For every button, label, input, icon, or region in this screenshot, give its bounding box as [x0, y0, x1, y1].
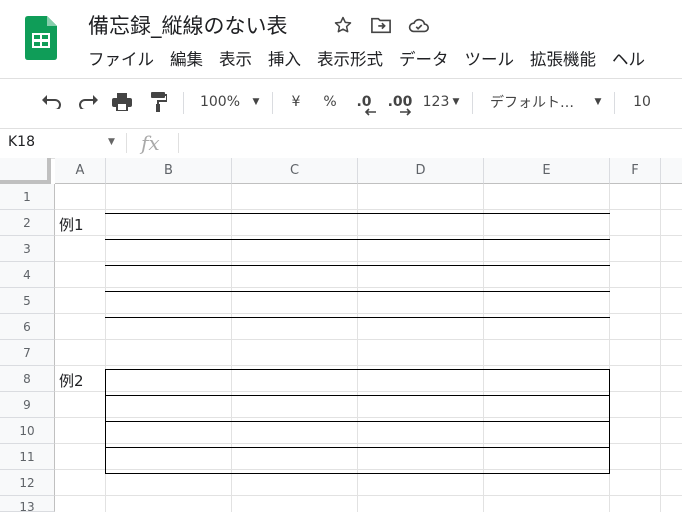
menu-tools[interactable]: ツール [457, 48, 523, 72]
row-header-9[interactable]: 9 [0, 392, 55, 418]
cell-border [105, 369, 106, 474]
move-folder-icon[interactable] [368, 12, 394, 38]
print-icon[interactable] [110, 90, 134, 114]
cell-border [105, 317, 610, 318]
row-header-8[interactable]: 8 [0, 366, 55, 392]
menu-data[interactable]: データ [391, 48, 457, 72]
zoom-select[interactable]: 100% [198, 90, 242, 114]
column-header-c[interactable]: C [232, 158, 358, 184]
cell-border [609, 369, 610, 474]
gridline [55, 365, 682, 366]
paint-format-icon[interactable] [146, 90, 170, 114]
gridline [55, 339, 682, 340]
gridline [660, 184, 661, 512]
cell-border [105, 447, 610, 448]
gridline [55, 287, 682, 288]
row-header-2[interactable]: 2 [0, 210, 55, 236]
menu-file[interactable]: ファイル [80, 48, 162, 72]
gridline [357, 184, 358, 512]
gridline [55, 417, 682, 418]
chevron-down-icon[interactable]: ▼ [250, 90, 262, 114]
cell-border [105, 291, 610, 292]
menu-extensions[interactable]: 拡張機能 [522, 48, 604, 72]
title-actions [330, 12, 432, 38]
menu-insert[interactable]: 挿入 [260, 48, 309, 72]
gridline [231, 184, 232, 512]
gridline [55, 235, 682, 236]
cell-a2[interactable]: 例1 [59, 212, 84, 238]
number-format-select[interactable]: 123 [422, 90, 450, 114]
cell-a8[interactable]: 例2 [59, 368, 84, 394]
row-header-10[interactable]: 10 [0, 418, 55, 444]
cell-border [105, 395, 610, 396]
column-header-g[interactable] [661, 158, 682, 184]
menu-bar: ファイル 編集 表示 挿入 表示形式 データ ツール 拡張機能 ヘル [80, 48, 653, 72]
currency-format-button[interactable]: ¥ [286, 90, 306, 114]
document-title[interactable]: 備忘録_縦線のない表 [88, 10, 288, 40]
row-header-13[interactable]: 13 [0, 496, 55, 512]
fx-icon: fx [141, 131, 160, 155]
cell-border [105, 239, 610, 240]
toolbar-separator [614, 92, 615, 114]
name-box[interactable]: K18 [8, 134, 35, 150]
menu-view[interactable]: 表示 [211, 48, 260, 72]
font-size-input[interactable]: 10 [630, 90, 654, 114]
row-header-6[interactable]: 6 [0, 314, 55, 340]
row-header-7[interactable]: 7 [0, 340, 55, 366]
star-icon[interactable] [330, 12, 356, 38]
column-header-e[interactable]: E [484, 158, 610, 184]
gridline [55, 495, 682, 496]
font-family-select[interactable]: デフォルト… [490, 90, 582, 114]
select-all-corner[interactable] [0, 158, 51, 184]
chevron-down-icon[interactable]: ▼ [451, 90, 461, 114]
decrease-decimal-button[interactable]: .0 [352, 90, 376, 116]
row-header-3[interactable]: 3 [0, 236, 55, 262]
menu-edit[interactable]: 編集 [162, 48, 211, 72]
menu-format[interactable]: 表示形式 [309, 48, 391, 72]
percent-format-button[interactable]: % [320, 90, 340, 114]
sheets-logo-icon[interactable] [25, 16, 57, 60]
formula-separator [178, 133, 179, 153]
gridline [55, 391, 682, 392]
column-header-f[interactable]: F [610, 158, 661, 184]
cell-border [105, 369, 610, 370]
undo-icon[interactable] [40, 90, 64, 114]
redo-icon[interactable] [76, 90, 100, 114]
cell-border [105, 213, 610, 214]
cloud-saved-icon[interactable] [406, 12, 432, 38]
chevron-down-icon[interactable]: ▼ [592, 90, 604, 114]
cell-border [105, 473, 610, 474]
formula-bar: K18 ▼ fx [0, 128, 682, 159]
row-header-5[interactable]: 5 [0, 288, 55, 314]
menu-help[interactable]: ヘル [604, 48, 653, 72]
gridline [55, 261, 682, 262]
toolbar-separator [183, 92, 184, 114]
formula-separator [126, 133, 127, 153]
row-header-1[interactable]: 1 [0, 184, 55, 210]
column-header-b[interactable]: B [106, 158, 232, 184]
cell-border [105, 421, 610, 422]
sheet-grid[interactable]: A B C D E F 1 2 3 4 5 6 7 8 9 10 11 12 1… [0, 158, 682, 512]
gridline [55, 443, 682, 444]
gridline [55, 209, 682, 210]
gridline [483, 184, 484, 512]
gridline [55, 313, 682, 314]
row-header-12[interactable]: 12 [0, 470, 55, 496]
increase-decimal-button[interactable]: .00 [386, 90, 414, 116]
gridline [55, 469, 682, 470]
cell-border [105, 265, 610, 266]
column-header-a[interactable]: A [55, 158, 106, 184]
column-header-d[interactable]: D [358, 158, 484, 184]
chevron-down-icon[interactable]: ▼ [108, 137, 115, 147]
toolbar-separator [472, 92, 473, 114]
header-divider [0, 78, 682, 79]
toolbar-separator [272, 92, 273, 114]
toolbar: 100% ▼ ¥ % .0 .00 123 ▼ デフォルト… ▼ 10 [0, 80, 682, 124]
row-header-4[interactable]: 4 [0, 262, 55, 288]
sheets-app: 備忘録_縦線のない表 ファイル 編集 表示 挿入 表示形式 データ ツール 拡張… [0, 0, 682, 512]
row-header-11[interactable]: 11 [0, 444, 55, 470]
